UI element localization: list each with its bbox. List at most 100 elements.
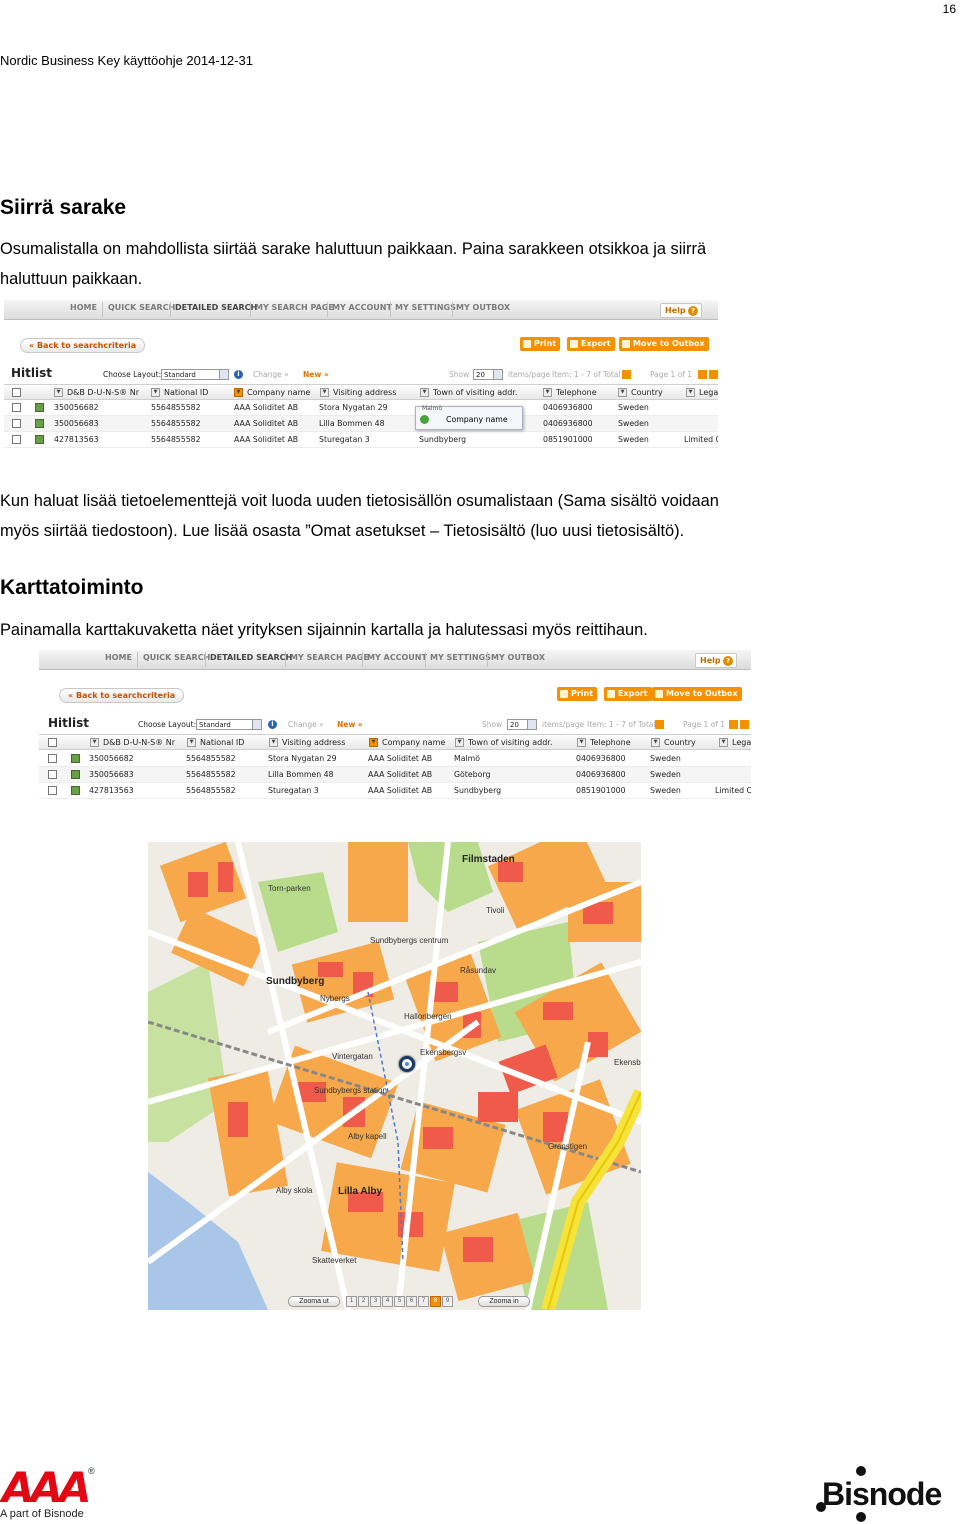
next-page-arrow-icon[interactable] xyxy=(729,720,738,729)
tab-my-outbox[interactable]: MY OUTBOX xyxy=(456,303,510,312)
export-button[interactable]: Export xyxy=(567,337,615,351)
next-item-arrow-icon[interactable] xyxy=(622,370,631,379)
move-to-outbox-button[interactable]: Move to Outbox xyxy=(619,337,709,351)
export-button[interactable]: Export xyxy=(604,687,652,701)
column-header-national-id[interactable]: ▼ National ID xyxy=(151,388,208,397)
column-menu-icon[interactable]: ▼ xyxy=(686,388,695,397)
row-checkbox[interactable] xyxy=(12,419,21,428)
tab-my-account[interactable]: MY ACCOUNT xyxy=(367,653,427,662)
table-row[interactable]: 350056682 5564855582 AAA Soliditet AB St… xyxy=(4,400,718,416)
table-row[interactable]: 350056682 5564855582 Stora Nygatan 29 AA… xyxy=(39,751,751,767)
zoom-level-9[interactable]: 9 xyxy=(442,1296,453,1307)
back-to-searchcriteria-button[interactable]: « Back to searchcriteria xyxy=(20,338,146,353)
table-row[interactable]: 427813563 5564855582 Sturegatan 3 AAA So… xyxy=(39,783,751,799)
dragged-column-header[interactable]: Malmö Company name xyxy=(415,405,523,430)
tab-my-search-page[interactable]: MY SEARCH PAGE xyxy=(255,303,334,312)
tab-my-account[interactable]: MY ACCOUNT xyxy=(332,303,392,312)
items-per-page-select[interactable]: 20 xyxy=(473,369,503,380)
tab-detailed-search[interactable]: DETAILED SEARCH xyxy=(175,303,257,312)
column-menu-icon[interactable]: ▼ xyxy=(269,738,278,747)
info-icon[interactable]: i xyxy=(268,720,277,729)
column-menu-icon[interactable]: ▼ xyxy=(90,738,99,747)
column-menu-icon[interactable]: ▼ xyxy=(719,738,728,747)
zoom-level-3[interactable]: 3 xyxy=(370,1296,381,1307)
map-icon[interactable] xyxy=(71,770,80,779)
tab-my-settings[interactable]: MY SETTINGS xyxy=(430,653,491,662)
column-header-duns[interactable]: ▼ D&B D-U-N-S® Nr xyxy=(90,738,175,747)
zoom-level-8[interactable]: 8 xyxy=(430,1296,441,1307)
last-page-arrow-icon[interactable] xyxy=(740,720,749,729)
column-header-duns[interactable]: ▼ D&B D-U-N-S® Nr xyxy=(54,388,139,397)
column-menu-icon[interactable]: ▼ xyxy=(54,388,63,397)
next-item-arrow-icon[interactable] xyxy=(655,720,664,729)
column-menu-icon[interactable]: ▼ xyxy=(618,388,627,397)
tab-my-outbox[interactable]: MY OUTBOX xyxy=(491,653,545,662)
row-checkbox[interactable] xyxy=(48,786,57,795)
info-icon[interactable]: i xyxy=(234,370,243,379)
map-view[interactable]: Filmstaden Sundbyberg Lilla Alby Sundbyb… xyxy=(148,842,641,1310)
column-menu-icon[interactable]: ▼ xyxy=(320,388,329,397)
location-marker-icon[interactable] xyxy=(399,1056,415,1072)
column-header-company-name[interactable]: ▼ Company name xyxy=(369,738,445,747)
column-menu-icon[interactable]: ▼ xyxy=(151,388,160,397)
layout-select[interactable]: Standard xyxy=(196,719,262,730)
layout-select[interactable]: Standard xyxy=(161,369,229,380)
select-all-checkbox[interactable] xyxy=(12,388,21,397)
column-menu-icon[interactable]: ▼ xyxy=(455,738,464,747)
zoom-level-2[interactable]: 2 xyxy=(358,1296,369,1307)
column-header-legal[interactable]: ▼ Lega xyxy=(719,738,751,747)
tab-quick-search[interactable]: QUICK SEARCH xyxy=(143,653,210,662)
row-checkbox[interactable] xyxy=(12,435,21,444)
row-checkbox[interactable] xyxy=(48,754,57,763)
column-header-legal[interactable]: ▼ Lega xyxy=(686,388,718,397)
change-layout-link[interactable]: Change » xyxy=(253,370,289,379)
column-menu-icon[interactable]: ▼ xyxy=(234,388,243,397)
column-header-town[interactable]: ▼ Town of visiting addr. xyxy=(455,738,552,747)
row-checkbox[interactable] xyxy=(12,403,21,412)
row-checkbox[interactable] xyxy=(48,770,57,779)
new-layout-link[interactable]: New » xyxy=(303,370,329,379)
zoom-out-button[interactable]: Zooma ut xyxy=(288,1296,340,1307)
new-layout-link[interactable]: New » xyxy=(337,720,363,729)
select-all-checkbox[interactable] xyxy=(48,738,57,747)
items-per-page-select[interactable]: 20 xyxy=(507,719,537,730)
tab-home[interactable]: HOME xyxy=(70,303,97,312)
map-icon[interactable] xyxy=(35,403,44,412)
column-menu-icon[interactable]: ▼ xyxy=(420,388,429,397)
column-menu-icon[interactable]: ▼ xyxy=(187,738,196,747)
column-header-national-id[interactable]: ▼ National ID xyxy=(187,738,244,747)
map-icon[interactable] xyxy=(71,754,80,763)
print-button[interactable]: Print xyxy=(520,337,561,351)
column-header-telephone[interactable]: ▼ Telephone xyxy=(577,738,631,747)
zoom-level-4[interactable]: 4 xyxy=(382,1296,393,1307)
tab-detailed-search[interactable]: DETAILED SEARCH xyxy=(210,653,292,662)
tab-my-search-page[interactable]: MY SEARCH PAGE xyxy=(290,653,369,662)
map-icon[interactable] xyxy=(35,419,44,428)
zoom-level-6[interactable]: 6 xyxy=(406,1296,417,1307)
column-menu-icon[interactable]: ▼ xyxy=(651,738,660,747)
column-header-country[interactable]: ▼ Country xyxy=(618,388,663,397)
tab-my-settings[interactable]: MY SETTINGS xyxy=(395,303,456,312)
column-header-telephone[interactable]: ▼ Telephone xyxy=(543,388,597,397)
table-row[interactable]: 427813563 5564855582 AAA Soliditet AB St… xyxy=(4,432,718,448)
column-header-town[interactable]: ▼ Town of visiting addr. xyxy=(420,388,517,397)
help-button[interactable]: Help ? xyxy=(695,653,737,668)
zoom-level-7[interactable]: 7 xyxy=(418,1296,429,1307)
back-to-searchcriteria-button[interactable]: « Back to searchcriteria xyxy=(59,688,185,703)
last-page-arrow-icon[interactable] xyxy=(709,370,718,379)
tab-home[interactable]: HOME xyxy=(105,653,132,662)
zoom-level-1[interactable]: 1 xyxy=(346,1296,357,1307)
change-layout-link[interactable]: Change » xyxy=(288,720,324,729)
tab-quick-search[interactable]: QUICK SEARCH xyxy=(108,303,175,312)
move-to-outbox-button[interactable]: Move to Outbox xyxy=(652,687,742,701)
map-icon[interactable] xyxy=(35,435,44,444)
map-icon[interactable] xyxy=(71,786,80,795)
column-menu-icon[interactable]: ▼ xyxy=(577,738,586,747)
zoom-in-button[interactable]: Zooma in xyxy=(478,1296,530,1307)
column-header-visiting-address[interactable]: ▼ Visiting address xyxy=(320,388,396,397)
print-button[interactable]: Print xyxy=(557,687,598,701)
column-header-visiting-address[interactable]: ▼ Visiting address xyxy=(269,738,345,747)
column-menu-icon[interactable]: ▼ xyxy=(543,388,552,397)
column-header-company-name[interactable]: ▼ Company name xyxy=(234,388,310,397)
zoom-level-5[interactable]: 5 xyxy=(394,1296,405,1307)
